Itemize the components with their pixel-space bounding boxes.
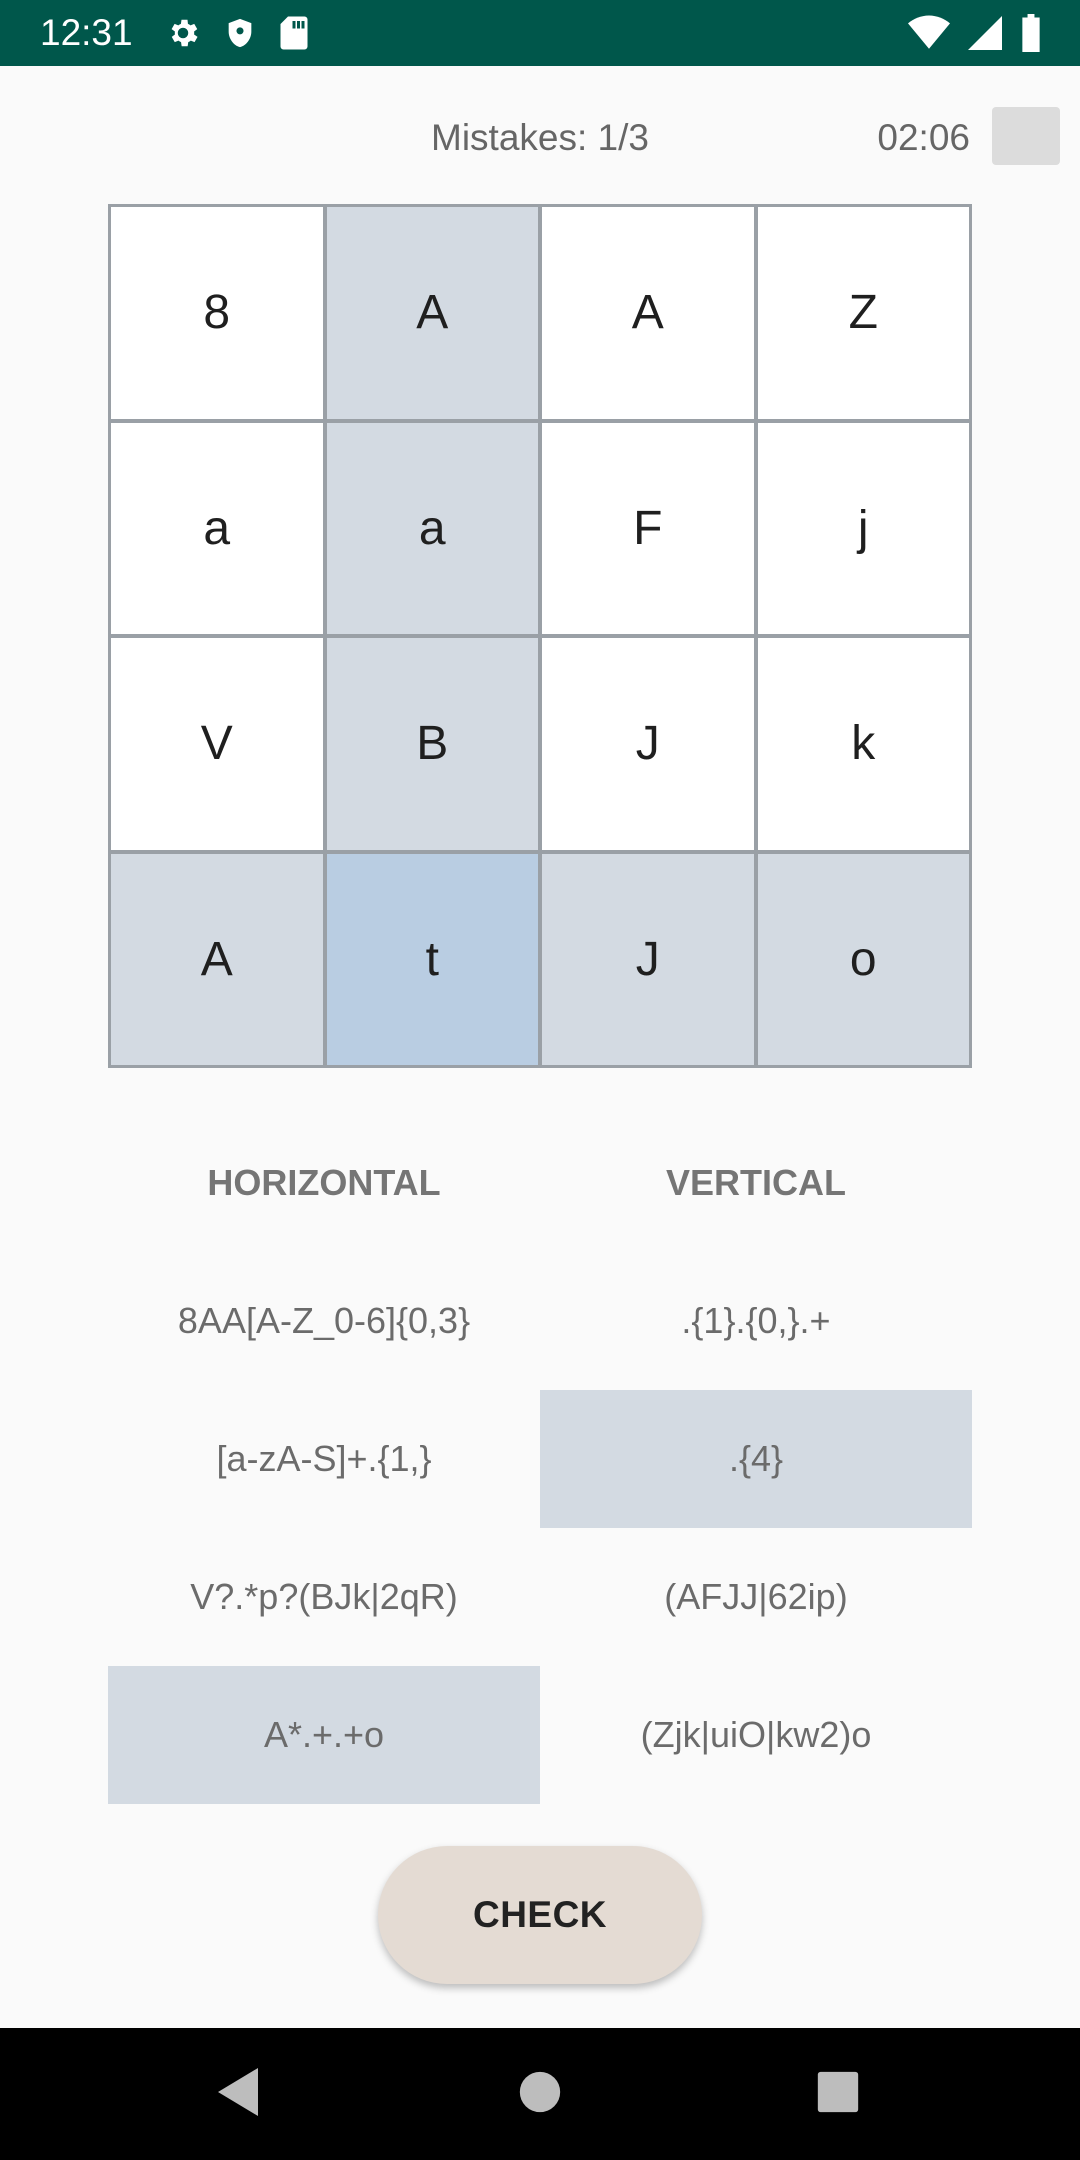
status-bar: 12:31 xyxy=(0,0,1080,66)
vertical-clue[interactable]: .{1}.{0,}.+ xyxy=(540,1252,972,1390)
grid-cell[interactable]: Z xyxy=(757,207,969,419)
grid-cell[interactable]: A xyxy=(111,853,323,1065)
grid-cell[interactable]: J xyxy=(542,853,754,1065)
horizontal-header: HORIZONTAL xyxy=(207,1162,441,1203)
status-time: 12:31 xyxy=(40,12,133,53)
signal-icon xyxy=(968,15,1002,51)
back-button[interactable] xyxy=(214,2028,262,2160)
vertical-clue[interactable]: (Zjk|uiO|kw2)o xyxy=(540,1666,972,1804)
navigation-bar xyxy=(0,2028,1080,2160)
horizontal-clue[interactable]: V?.*p?(BJk|2qR) xyxy=(108,1528,540,1666)
vertical-clue[interactable]: (AFJJ|62ip) xyxy=(540,1528,972,1666)
battery-icon xyxy=(1020,14,1042,52)
grid-cell[interactable]: j xyxy=(757,422,969,634)
check-button[interactable]: CHECK xyxy=(378,1846,702,1984)
menu-button[interactable] xyxy=(992,107,1060,165)
vertical-header: VERTICAL xyxy=(666,1162,846,1203)
horizontal-clue[interactable]: A*.+.+o xyxy=(108,1666,540,1804)
grid-cell[interactable]: B xyxy=(326,638,538,850)
grid-cell[interactable]: V xyxy=(111,638,323,850)
home-icon xyxy=(518,2070,562,2119)
horizontal-clue[interactable]: [a-zA-S]+.{1,} xyxy=(108,1390,540,1528)
status-icons-right xyxy=(908,11,1042,55)
recents-button[interactable] xyxy=(816,2028,860,2160)
grid-cell[interactable]: t xyxy=(326,853,538,1065)
wifi-icon xyxy=(908,15,950,51)
home-button[interactable] xyxy=(518,2028,562,2160)
grid-cell[interactable]: F xyxy=(542,422,754,634)
gear-icon xyxy=(165,15,201,51)
grid-cell[interactable]: 8 xyxy=(111,207,323,419)
back-icon xyxy=(214,2066,262,2123)
grid-cell[interactable]: A xyxy=(542,207,754,419)
grid-cell[interactable]: a xyxy=(111,422,323,634)
status-icons-left xyxy=(165,11,309,55)
grid-cell[interactable]: J xyxy=(542,638,754,850)
timer: 02:06 xyxy=(877,117,970,158)
grid-cell[interactable]: o xyxy=(757,853,969,1065)
vertical-clue[interactable]: .{4} xyxy=(540,1390,972,1528)
horizontal-clue[interactable]: 8AA[A-Z_0-6]{0,3} xyxy=(108,1252,540,1390)
grid-cell[interactable]: A xyxy=(326,207,538,419)
puzzle-grid: 8AAZaaFjVBJkAtJo xyxy=(108,204,972,1068)
grid-cell[interactable]: a xyxy=(326,422,538,634)
shield-icon xyxy=(223,15,257,51)
grid-cell[interactable]: k xyxy=(757,638,969,850)
sd-card-icon xyxy=(279,15,309,51)
recents-icon xyxy=(816,2070,860,2119)
